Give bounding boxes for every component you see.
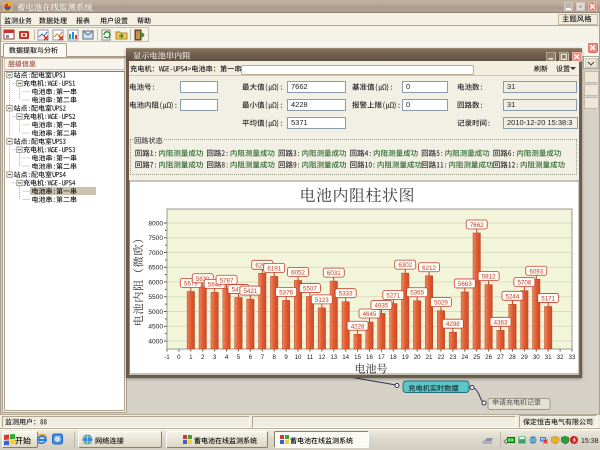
svg-text:9: 9: [284, 354, 288, 361]
svg-text:5: 5: [237, 354, 241, 361]
svg-text:5507: 5507: [303, 286, 317, 293]
svg-text:3: 3: [213, 354, 217, 361]
svg-text:10: 10: [295, 354, 302, 361]
svg-text:13: 13: [330, 354, 337, 361]
svg-text:24: 24: [461, 354, 468, 361]
svg-text:5000: 5000: [148, 309, 163, 316]
svg-text:8: 8: [272, 354, 276, 361]
svg-text:0: 0: [177, 354, 181, 361]
svg-text:5244: 5244: [506, 293, 520, 300]
svg-text:4228: 4228: [351, 323, 365, 330]
svg-text:6212: 6212: [422, 265, 436, 272]
svg-text:4298: 4298: [446, 321, 460, 328]
svg-text:12: 12: [318, 354, 325, 361]
svg-text:6302: 6302: [398, 262, 412, 269]
svg-text:6500: 6500: [148, 265, 163, 272]
svg-text:7662: 7662: [470, 222, 484, 229]
svg-text:32: 32: [557, 354, 564, 361]
svg-text:5365: 5365: [410, 290, 424, 297]
svg-text:25: 25: [473, 354, 480, 361]
svg-text:5500: 5500: [148, 294, 163, 301]
svg-text:16: 16: [366, 354, 373, 361]
svg-text:20: 20: [414, 354, 421, 361]
svg-text:33: 33: [569, 354, 576, 361]
svg-text:2: 2: [201, 354, 205, 361]
svg-text:4000: 4000: [148, 338, 163, 345]
svg-text:30: 30: [533, 354, 540, 361]
svg-text:14: 14: [342, 354, 349, 361]
svg-text:4935: 4935: [375, 302, 389, 309]
svg-text:4500: 4500: [148, 324, 163, 331]
svg-text:7500: 7500: [148, 235, 163, 242]
svg-text:27: 27: [497, 354, 504, 361]
svg-text:5663: 5663: [458, 281, 472, 288]
svg-text:4: 4: [225, 354, 229, 361]
svg-text:6031: 6031: [327, 270, 341, 277]
svg-text:6052: 6052: [291, 269, 305, 276]
svg-text:7: 7: [261, 354, 265, 361]
svg-text:23: 23: [449, 354, 456, 361]
svg-text:5029: 5029: [434, 300, 448, 307]
svg-text:5376: 5376: [279, 289, 293, 296]
svg-text:29: 29: [521, 354, 528, 361]
svg-text:5333: 5333: [339, 291, 353, 298]
svg-text:6191: 6191: [267, 265, 281, 272]
svg-text:6000: 6000: [148, 279, 163, 286]
svg-text:19: 19: [402, 354, 409, 361]
svg-text:5421: 5421: [243, 288, 257, 295]
svg-text:17: 17: [378, 354, 385, 361]
svg-text:1: 1: [189, 354, 193, 361]
svg-text:5708: 5708: [517, 280, 531, 287]
svg-text:-1: -1: [164, 354, 170, 361]
svg-text:6093: 6093: [529, 268, 543, 275]
svg-text:5912: 5912: [482, 274, 496, 281]
svg-text:31: 31: [545, 354, 552, 361]
svg-text:18: 18: [390, 354, 397, 361]
svg-text:21: 21: [426, 354, 433, 361]
svg-text:5787: 5787: [220, 277, 234, 284]
svg-text:11: 11: [307, 354, 314, 361]
svg-text:5171: 5171: [541, 295, 555, 302]
svg-text:6: 6: [249, 354, 253, 361]
svg-text:4363: 4363: [494, 319, 508, 326]
svg-text:15: 15: [354, 354, 361, 361]
svg-text:8000: 8000: [148, 220, 163, 227]
svg-text:4645: 4645: [363, 311, 377, 318]
svg-text:26: 26: [485, 354, 492, 361]
svg-text:22: 22: [438, 354, 445, 361]
svg-text:5271: 5271: [386, 293, 400, 300]
svg-text:5123: 5123: [315, 297, 329, 304]
svg-text:28: 28: [509, 354, 516, 361]
svg-text:7000: 7000: [148, 250, 163, 257]
